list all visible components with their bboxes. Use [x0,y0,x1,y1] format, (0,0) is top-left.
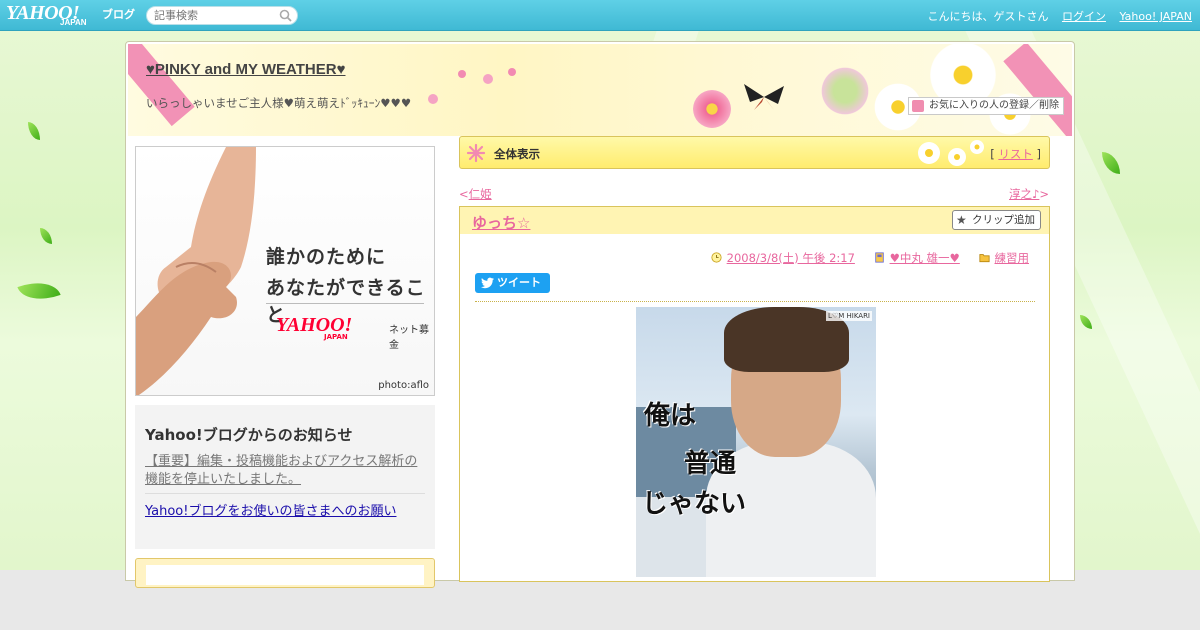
folder-icon [978,254,990,263]
notice-important-link[interactable]: 【重要】編集・投稿機能およびアクセス解析の機能を停止いたしました。 [145,453,428,489]
leaf-decoration [1102,152,1120,174]
photo-watermark: L♡M HIKARI [826,311,872,321]
guest-greeting: こんにちは、ゲストさん [927,10,1049,23]
notice-request-link[interactable]: Yahoo!ブログをお使いの皆さまへのお願い [145,500,396,519]
petal-decoration [428,94,438,104]
top-navigation-bar: YAHOO! JAPAN ブログ こんにちは、ゲストさん ログイン Yahoo!… [0,0,1200,31]
petal-decoration [458,70,466,78]
notice-divider [145,493,425,494]
twitter-bird-icon [481,277,494,289]
sparkle-icon [466,143,486,163]
blog-title[interactable]: ♥PINKY and MY WEATHER♥ [146,61,346,78]
ad-tagline: ネット募金 [389,325,429,351]
user-nav: こんにちは、ゲストさん ログイン Yahoo! JAPAN [917,8,1192,24]
leaf-decoration [28,122,40,140]
clip-add-button[interactable]: ★ クリップ追加 [952,210,1041,230]
clock-icon [711,252,722,263]
article-header: ゆっち☆ ★ クリップ追加 [460,207,1049,234]
heart-icon [912,100,924,112]
next-arrow: > [1039,187,1049,201]
photo-caption-line2: 普通 [684,449,737,479]
tweet-button[interactable]: ツイート [475,273,550,293]
hands-image [136,147,256,395]
ad-yahoo-logo-sub: JAPAN [324,333,348,341]
list-bracket-open: [ [990,147,995,161]
star-icon: ★ [956,213,967,227]
previous-article-link[interactable]: 仁姫 [469,187,492,201]
article-panel: ゆっち☆ ★ クリップ追加 2008/3/8(土) 午後 2:17 ♥中丸 雄一… [459,206,1050,582]
donation-ad-banner[interactable]: 誰かのために あなたができること YAHOO! JAPAN ネット募金 phot… [135,146,435,396]
leaf-decoration [40,228,52,244]
author-icon [874,252,884,263]
flower-decoration [693,90,731,128]
yahoo-blog-logo[interactable]: YAHOO! JAPAN ブログ [6,2,142,28]
logo-sub-text: JAPAN [60,18,87,27]
blog-container: ♥PINKY and MY WEATHER♥ いらっしゃいませご主人様♥萌え萌え… [125,41,1075,588]
next-article-link[interactable]: 淳之♪ [1009,187,1039,201]
leaf-decoration [1080,315,1092,329]
list-bracket-close: ] [1036,147,1042,161]
blog-subtitle: いらっしゃいませご主人様♥萌え萌えﾄﾞｯｷｭｰﾝ♥♥♥ [146,96,412,110]
list-view-link[interactable]: リスト [998,147,1033,161]
view-mode-bar: 全体表示 [ リスト ] [459,136,1050,169]
daisy-icon [918,140,984,166]
article-date-link[interactable]: 2008/3/8(土) 午後 2:17 [727,251,855,265]
next-article-nav: 淳之♪> [1009,186,1049,202]
petal-decoration [483,74,493,84]
notice-panel: Yahoo!ブログからのお知らせ 【重要】編集・投稿機能およびアクセス解析の機能… [135,405,435,549]
ad-photo-credit: photo:aflo [378,380,429,391]
leaf-decoration [17,274,61,308]
list-view-toggle: [ リスト ] [990,146,1041,162]
clip-button-label: クリップ追加 [972,214,1035,226]
view-mode-label: 全体表示 [494,147,540,161]
search-input[interactable] [147,7,272,24]
article-title[interactable]: ゆっち☆ [472,212,530,233]
article-search [146,6,298,25]
favorite-button-label: お気に入りの人の登録／削除 [929,100,1059,111]
blog-header: ♥PINKY and MY WEATHER♥ いらっしゃいませご主人様♥萌え萌え… [128,44,1072,136]
article-category-link[interactable]: 練習用 [995,251,1030,265]
sidebar-module [135,558,435,588]
ad-divider [266,303,424,304]
prev-arrow: < [459,187,469,201]
ad-headline: 誰かのために [266,246,387,268]
article-meta: 2008/3/8(土) 午後 2:17 ♥中丸 雄一♥ 練習用 [696,250,1029,266]
previous-article-nav: <仁姫 [459,186,492,202]
sidebar-module-body [146,565,424,585]
yahoo-japan-link[interactable]: Yahoo! JAPAN [1119,10,1192,23]
favorite-register-button[interactable]: お気に入りの人の登録／削除 [908,97,1064,115]
article-divider [475,301,1035,302]
search-icon[interactable] [279,9,292,22]
photo-caption-line3: じゃない [642,489,747,519]
notice-title: Yahoo!ブログからのお知らせ [145,426,353,444]
flower-decoration [818,64,872,118]
tweet-button-label: ツイート [497,276,541,289]
petal-decoration [508,68,516,76]
butterfly-icon [744,84,784,110]
article-author-link[interactable]: ♥中丸 雄一♥ [890,251,960,265]
login-link[interactable]: ログイン [1062,10,1106,23]
logo-blog-text: ブログ [102,8,135,21]
article-photo[interactable]: 俺は 普通 じゃない L♡M HIKARI [636,307,876,577]
header-ribbon [128,44,195,127]
photo-caption-line1: 俺は [644,401,697,431]
